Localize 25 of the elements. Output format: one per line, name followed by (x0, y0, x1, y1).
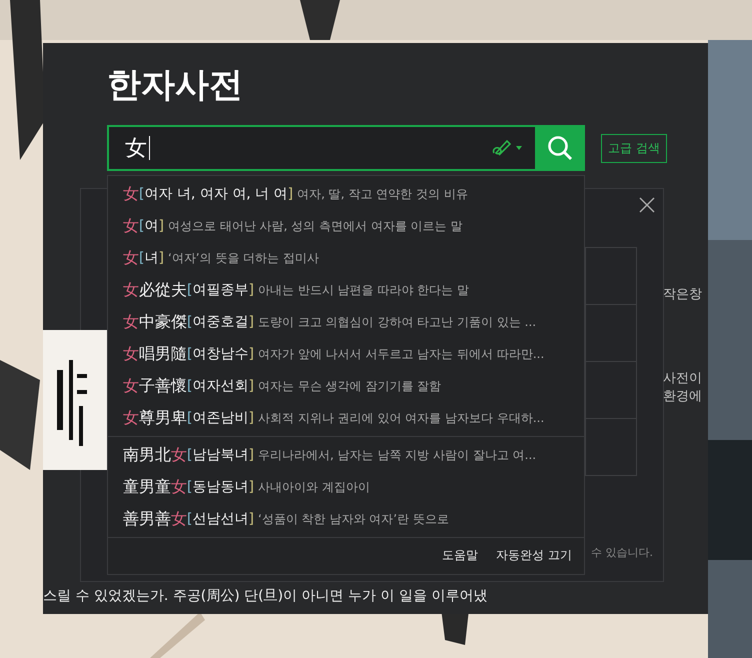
suggestion-item[interactable]: 女尊男卑[여존남비] 사회적 지위나 권리에 있어 여자를 남자보다 우대하... (108, 402, 584, 434)
suggestion-item[interactable]: 女中豪傑[여중호걸] 도량이 크고 의협심이 강하여 타고난 기품이 있는 ... (108, 306, 584, 338)
footer-link[interactable]: 도움말 (442, 547, 478, 564)
suggestion-item[interactable]: 女子善懷[여자선회] 여자는 무슨 생각에 잠기기를 잘함 (108, 370, 584, 402)
side-text: 작은창 (663, 286, 702, 303)
handwriting-icon[interactable] (491, 138, 523, 158)
page-title: 한자사전 (107, 64, 244, 107)
suggestion-item[interactable]: 女必從夫[여필종부] 아내는 반드시 남편을 따라야 한다는 말 (108, 274, 584, 306)
suggestion-item[interactable]: 女[녀] ‘여자’의 뜻을 더하는 접미사 (108, 242, 584, 274)
side-text: 사전이 (663, 370, 702, 387)
search-button[interactable] (535, 125, 585, 171)
suggestion-item[interactable]: 女[여자 녀, 여자 여, 너 여] 여자, 딸, 작고 연약한 것의 비유 (108, 178, 584, 210)
body-text: 스릴 수 있었겠는가. 주공(周公) 단(旦)이 아니면 누가 이 일을 이루어냈 (43, 587, 488, 605)
search-field[interactable]: 女 (107, 125, 585, 171)
suggestion-item[interactable]: 女唱男隨[여창남수] 여자가 앞에 나서서 서두르고 남자는 뒤에서 따라만... (108, 338, 584, 370)
advanced-search-button[interactable]: 고급 검색 (601, 134, 667, 162)
suggestion-item[interactable]: 南男北女[남남북녀] 우리나라에서, 남자는 남쪽 지방 사람이 잘나고 여... (108, 439, 584, 471)
hint-text: 수 있습니다. (591, 545, 653, 560)
search-icon (547, 135, 573, 161)
suggestion-item[interactable]: 善男善女[선남선녀] ‘성품이 착한 남자와 여자’란 뜻으로 (108, 503, 584, 535)
suggestion-item[interactable]: 女[여] 여성으로 태어난 사람, 성의 측면에서 여자를 이르는 말 (108, 210, 584, 242)
suggestion-item[interactable]: 童男童女[동남동녀] 사내아이와 계집아이 (108, 471, 584, 503)
footer-link[interactable]: 자동완성 끄기 (496, 547, 572, 564)
side-text: 환경에 (663, 388, 702, 405)
close-icon[interactable] (639, 197, 655, 213)
